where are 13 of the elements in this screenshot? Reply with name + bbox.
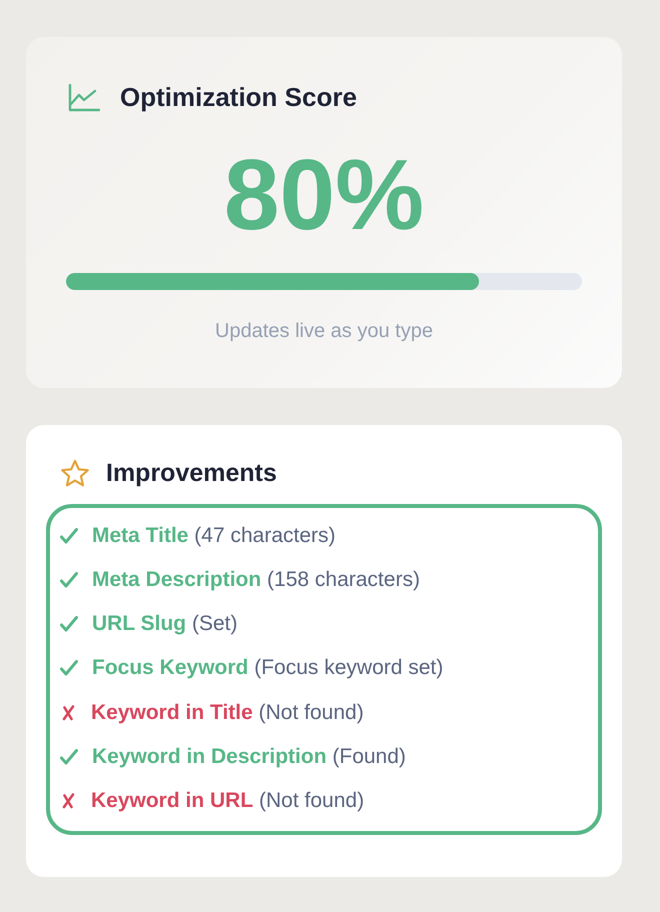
star-icon (60, 459, 90, 488)
check-result-text: Keyword in Description (Found) (92, 744, 406, 769)
check-result-text: Meta Title (47 characters) (92, 524, 336, 548)
check-result-text: Keyword in URL (Not found) (91, 788, 364, 813)
check-result-text: Meta Description (158 characters) (92, 568, 420, 592)
check-result-text: Focus Keyword (Focus keyword set) (92, 656, 444, 680)
check-result-text: Keyword in Title (Not found) (91, 700, 364, 725)
card-title: Optimization Score (120, 82, 357, 113)
score-value: 80% (222, 139, 426, 251)
check-result-text: URL Slug (Set) (92, 612, 238, 636)
line-chart-icon (68, 84, 100, 112)
card-title: Improvements (106, 459, 277, 488)
hint-text: Updates live as you type (214, 320, 434, 343)
